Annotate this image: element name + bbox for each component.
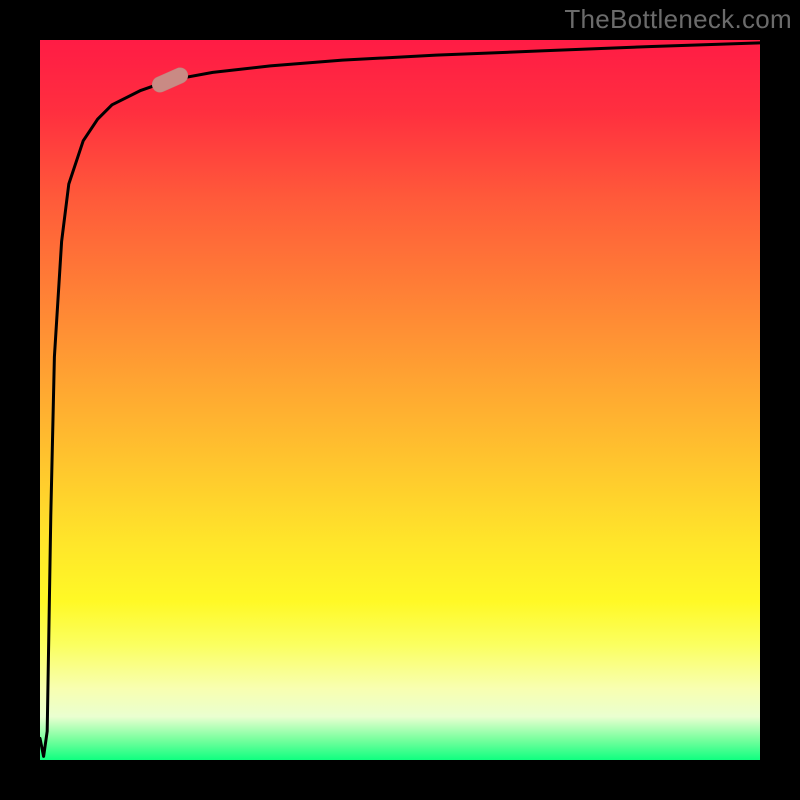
plot-area	[40, 40, 760, 760]
curve-svg	[40, 40, 760, 760]
watermark-text: TheBottleneck.com	[564, 4, 792, 35]
bottleneck-curve	[40, 43, 760, 757]
chart-container: TheBottleneck.com	[0, 0, 800, 800]
